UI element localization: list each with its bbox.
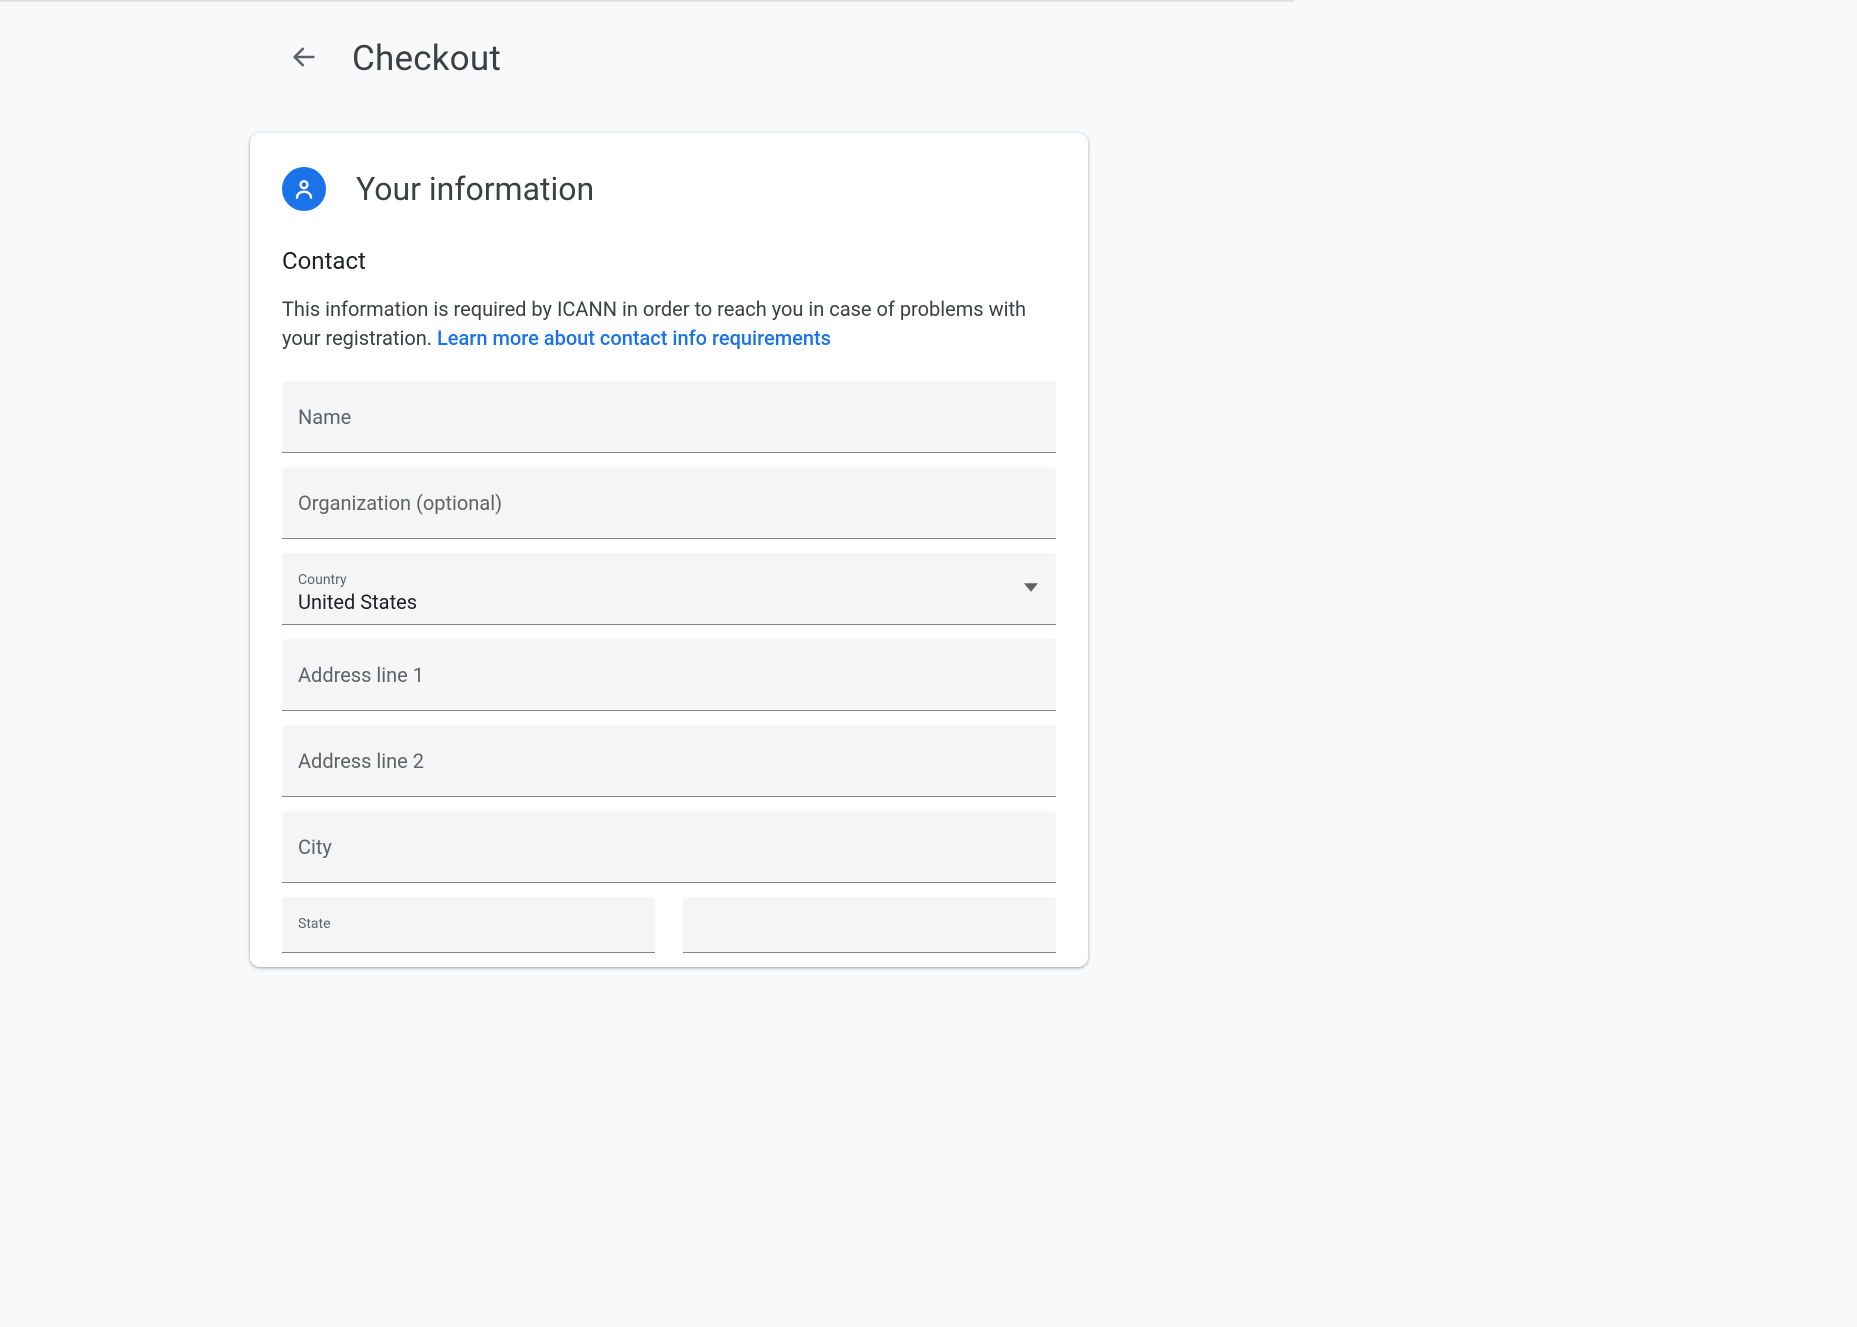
back-button[interactable]: [284, 39, 324, 79]
state-select[interactable]: State: [282, 897, 655, 953]
name-placeholder: Name: [298, 405, 351, 429]
country-value: United States: [298, 590, 1040, 614]
address2-field[interactable]: Address line 2: [282, 725, 1056, 797]
organization-placeholder: Organization (optional): [298, 491, 502, 515]
person-icon: [282, 167, 326, 211]
address1-field[interactable]: Address line 1: [282, 639, 1056, 711]
city-field[interactable]: City: [282, 811, 1056, 883]
address2-placeholder: Address line 2: [298, 749, 424, 773]
contact-subheader: Contact: [282, 247, 1056, 275]
page-header: Checkout: [0, 2, 1294, 79]
state-row: State: [282, 897, 1056, 967]
section-head: Your information: [282, 167, 1056, 211]
city-placeholder: City: [298, 835, 332, 859]
name-field[interactable]: Name: [282, 381, 1056, 453]
chevron-down-icon: [1024, 579, 1038, 598]
country-select[interactable]: Country United States: [282, 553, 1056, 625]
state-label: State: [298, 917, 639, 932]
contact-description: This information is required by ICANN in…: [282, 295, 1056, 353]
learn-more-link[interactable]: Learn more about contact info requiremen…: [437, 326, 831, 350]
page-title: Checkout: [352, 38, 501, 79]
country-label: Country: [298, 573, 1040, 588]
organization-field[interactable]: Organization (optional): [282, 467, 1056, 539]
address1-placeholder: Address line 1: [298, 663, 424, 687]
arrow-left-icon: [290, 43, 318, 75]
checkout-card: Your information Contact This informatio…: [250, 133, 1088, 967]
secondary-field[interactable]: [683, 897, 1056, 953]
section-title: Your information: [356, 170, 594, 208]
